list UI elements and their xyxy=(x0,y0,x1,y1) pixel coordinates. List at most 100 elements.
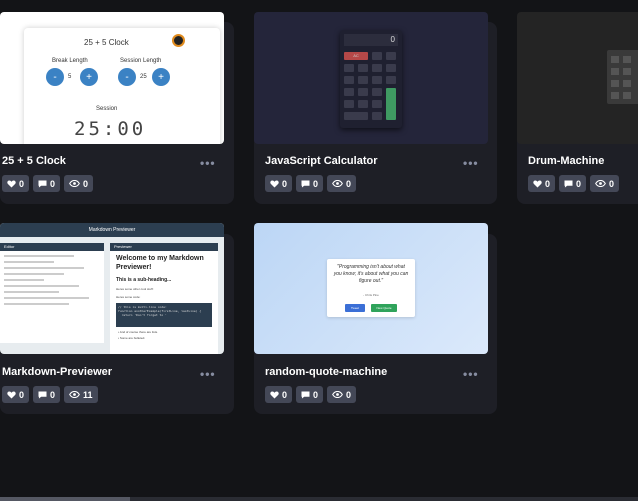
views-stat[interactable]: 0 xyxy=(590,175,620,192)
comment-icon xyxy=(301,179,310,188)
comment-button[interactable]: 0 xyxy=(296,386,324,403)
avatar-icon xyxy=(172,34,185,47)
comment-count: 0 xyxy=(313,389,319,400)
like-count: 0 xyxy=(19,178,25,189)
like-button[interactable]: 0 xyxy=(265,386,293,403)
project-title[interactable]: Drum-Machine xyxy=(528,155,604,167)
project-title[interactable]: random-quote-machine xyxy=(265,366,387,378)
project-thumbnail-random-quote-machine[interactable]: "Programming isn't about what you know; … xyxy=(254,223,488,354)
view-count: 0 xyxy=(609,178,615,189)
markdown-header: Markdown Previewer xyxy=(0,223,224,237)
more-options-button[interactable]: ••• xyxy=(200,156,216,170)
tweet-button: Tweet xyxy=(345,304,365,312)
comment-count: 0 xyxy=(576,178,582,189)
preview-pane: Previewer Welcome to my Markdown Preview… xyxy=(110,243,218,354)
comment-button[interactable]: 0 xyxy=(33,386,61,403)
like-button[interactable]: 0 xyxy=(265,175,293,192)
project-stats: 0 0 0 xyxy=(265,386,357,403)
quote-text: "Programming isn't about what you know; … xyxy=(333,264,409,284)
editor-line xyxy=(4,279,44,281)
project-stats: 0 0 0 xyxy=(2,175,94,192)
equals-key xyxy=(386,88,396,120)
previewer-label: Previewer xyxy=(110,243,218,251)
editor-line xyxy=(4,297,89,299)
break-increment-button: + xyxy=(80,68,98,86)
session-length-label: Session Length xyxy=(120,58,162,64)
comment-button[interactable]: 0 xyxy=(559,175,587,192)
project-thumbnail-clock[interactable]: 25 + 5 Clock Break Length Session Length… xyxy=(0,12,224,144)
project-thumbnail-drum-machine[interactable] xyxy=(517,12,638,144)
comment-icon xyxy=(301,390,310,399)
views-stat[interactable]: 0 xyxy=(64,175,94,192)
like-count: 0 xyxy=(19,389,25,400)
like-button[interactable]: 0 xyxy=(2,175,30,192)
views-stat[interactable]: 0 xyxy=(327,386,357,403)
calc-key xyxy=(358,88,368,96)
heart-icon xyxy=(7,179,16,188)
horizontal-scrollbar[interactable] xyxy=(0,497,638,501)
clock-heading: 25 + 5 Clock xyxy=(84,38,129,47)
calc-key xyxy=(372,100,382,108)
calculator-display: 0 xyxy=(344,34,398,46)
break-length-label: Break Length xyxy=(52,58,88,64)
view-count: 0 xyxy=(83,178,89,189)
preview-h3a: Heres some other cool stuff: xyxy=(116,287,154,291)
calc-key xyxy=(372,112,382,120)
calc-key xyxy=(344,88,354,96)
comment-count: 0 xyxy=(50,178,56,189)
new-quote-button: New Quote xyxy=(371,304,397,312)
project-title[interactable]: Markdown-Previewer xyxy=(2,366,112,378)
comment-count: 0 xyxy=(50,389,56,400)
scrollbar-thumb[interactable] xyxy=(0,497,130,501)
session-increment-button: + xyxy=(152,68,170,86)
comment-icon xyxy=(38,390,47,399)
session-value: 25 xyxy=(140,74,147,80)
project-thumbnail-calculator[interactable]: 0 AC xyxy=(254,12,488,144)
project-stats: 0 0 11 xyxy=(2,386,98,403)
more-options-button[interactable]: ••• xyxy=(463,156,479,170)
editor-label: Editor xyxy=(0,243,104,251)
drum-pad xyxy=(611,68,619,75)
drum-pad-panel xyxy=(607,50,638,104)
calc-key xyxy=(386,52,396,60)
editor-line xyxy=(4,267,84,269)
eye-icon xyxy=(332,391,343,398)
project-thumbnail-markdown-previewer[interactable]: Markdown Previewer Editor Previewer Welc… xyxy=(0,223,224,354)
calc-key xyxy=(386,76,396,84)
session-label: Session xyxy=(96,106,118,112)
like-count: 0 xyxy=(282,389,288,400)
comment-button[interactable]: 0 xyxy=(296,175,324,192)
view-count: 0 xyxy=(346,178,352,189)
like-button[interactable]: 0 xyxy=(528,175,556,192)
timer-display: 25:00 xyxy=(74,118,147,140)
comment-button[interactable]: 0 xyxy=(33,175,61,192)
views-stat[interactable]: 0 xyxy=(327,175,357,192)
editor-line xyxy=(4,303,69,305)
calc-key xyxy=(344,76,354,84)
editor-line xyxy=(4,291,59,293)
project-title[interactable]: 25 + 5 Clock xyxy=(2,155,66,167)
comment-icon xyxy=(38,179,47,188)
views-stat[interactable]: 11 xyxy=(64,386,98,403)
editor-line xyxy=(4,285,79,287)
eye-icon xyxy=(595,180,606,187)
heart-icon xyxy=(270,179,279,188)
drum-pad xyxy=(611,56,619,63)
calc-key xyxy=(344,64,354,72)
eye-icon xyxy=(69,180,80,187)
editor-line xyxy=(4,255,74,257)
eye-icon xyxy=(69,391,80,398)
calc-key xyxy=(358,100,368,108)
more-options-button[interactable]: ••• xyxy=(200,367,216,381)
drum-pad xyxy=(623,56,631,63)
like-count: 0 xyxy=(282,178,288,189)
drum-pad xyxy=(623,92,631,99)
more-options-button[interactable]: ••• xyxy=(463,367,479,381)
calc-key xyxy=(344,100,354,108)
like-button[interactable]: 0 xyxy=(2,386,30,403)
project-stats: 0 0 0 xyxy=(265,175,357,192)
preview-code: // this is multi-line code: function ano… xyxy=(116,303,212,327)
break-decrement-button: - xyxy=(46,68,64,86)
project-title[interactable]: JavaScript Calculator xyxy=(265,155,378,167)
quote-author: - Chris Pine xyxy=(363,293,379,297)
